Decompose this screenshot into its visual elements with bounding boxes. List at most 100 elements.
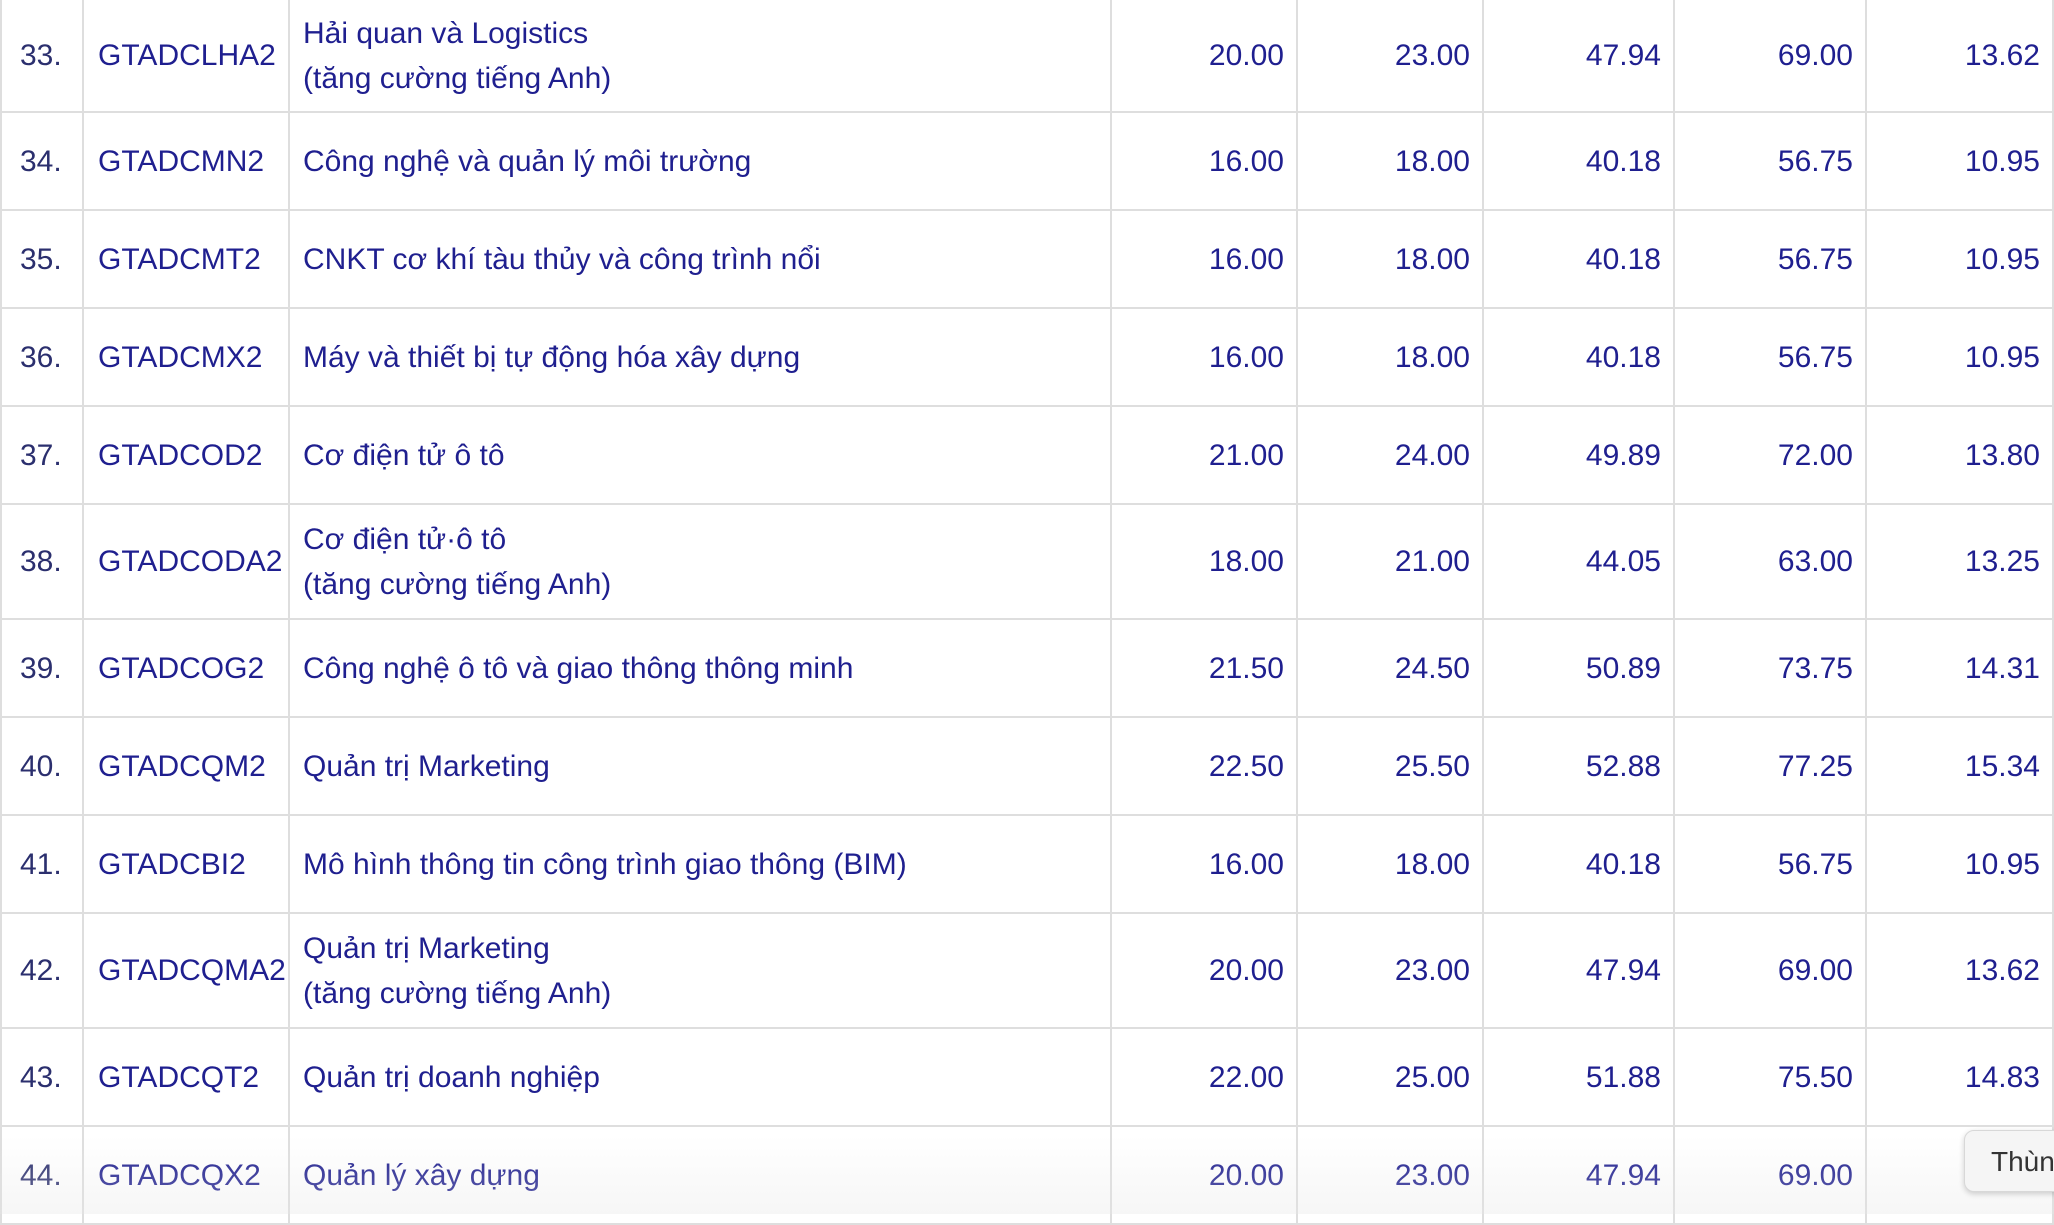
score-col-3: 47.94 [1482, 0, 1675, 113]
row-index: 34. [0, 111, 84, 211]
score-col-5: 13.80 [1865, 405, 2054, 505]
score-col-3: 51.88 [1482, 1027, 1675, 1127]
major-code: GTADCMN2 [82, 111, 290, 211]
score-col-3: 49.89 [1482, 405, 1675, 505]
score-col-4: 56.75 [1673, 209, 1867, 309]
score-col-1: 22.50 [1110, 716, 1298, 816]
major-name-line: Máy và thiết bị tự động hóa xây dựng [303, 340, 801, 374]
floating-button-label: Thùn [1991, 1146, 2054, 1177]
major-name-line: (tăng cường tiếng Anh) [303, 976, 612, 1010]
major-code: GTADCODA2 [82, 503, 290, 620]
score-col-3: 40.18 [1482, 111, 1675, 211]
score-col-2: 18.00 [1296, 814, 1484, 914]
major-name-line: Quản trị doanh nghiệp [303, 1060, 600, 1094]
score-col-1: 20.00 [1110, 912, 1298, 1029]
score-col-3: 50.89 [1482, 618, 1675, 718]
admission-score-table: 33. GTADCLHA2 Hải quan và Logistics (tăng c… [0, 0, 2054, 1225]
score-col-5: 10.95 [1865, 814, 2054, 914]
score-col-2: 25.00 [1296, 1027, 1484, 1127]
major-code: GTADCLHA2 [82, 0, 290, 113]
table-row: 36. GTADCMX2 Máy và thiết bị tự động hóa x… [0, 307, 2054, 407]
score-col-4: 56.75 [1673, 814, 1867, 914]
score-col-3: 40.18 [1482, 307, 1675, 407]
row-index: 38. [0, 503, 84, 620]
major-name-line: Quản trị Marketing [303, 931, 550, 965]
major-name-line: Mô hình thông tin công trình giao thông … [303, 847, 907, 881]
score-col-2: 21.00 [1296, 503, 1484, 620]
score-col-3: 47.94 [1482, 1125, 1675, 1225]
major-name-line: Quản trị Marketing [303, 749, 550, 783]
table-row: 42. GTADCQMA2 Quản trị Marketing (tăng cườn… [0, 912, 2054, 1029]
score-col-2: 18.00 [1296, 111, 1484, 211]
score-col-4: 63.00 [1673, 503, 1867, 620]
score-col-2: 23.00 [1296, 0, 1484, 113]
table-row: 34. GTADCMN2 Công nghệ và quản lý môi trườ… [0, 111, 2054, 211]
major-name: Công nghệ và quản lý môi trường [288, 111, 1112, 211]
score-col-5: 10.95 [1865, 209, 2054, 309]
major-name-line: Công nghệ ô tô và giao thông thông minh [303, 651, 854, 685]
score-col-1: 20.00 [1110, 0, 1298, 113]
score-col-2: 24.50 [1296, 618, 1484, 718]
score-col-4: 75.50 [1673, 1027, 1867, 1127]
row-index: 37. [0, 405, 84, 505]
major-name: Quản trị Marketing (tăng cường tiếng Anh) [288, 912, 1112, 1029]
major-name-line: Cơ điện tử ô tô [303, 438, 505, 472]
row-index: 33. [0, 0, 84, 113]
table-row: 43. GTADCQT2 Quản trị doanh nghiệp 22.00 25.… [0, 1027, 2054, 1127]
row-index: 44. [0, 1125, 84, 1225]
major-name: Mô hình thông tin công trình giao thông … [288, 814, 1112, 914]
major-name: Công nghệ ô tô và giao thông thông minh [288, 618, 1112, 718]
score-col-1: 22.00 [1110, 1027, 1298, 1127]
major-code: GTADCMX2 [82, 307, 290, 407]
score-col-5: 13.62 [1865, 0, 2054, 113]
score-col-4: 56.75 [1673, 111, 1867, 211]
score-col-1: 16.00 [1110, 307, 1298, 407]
score-col-1: 21.00 [1110, 405, 1298, 505]
table-body: 33. GTADCLHA2 Hải quan và Logistics (tăng c… [0, 0, 2054, 1225]
score-col-4: 69.00 [1673, 0, 1867, 113]
major-code: GTADCQT2 [82, 1027, 290, 1127]
row-index: 42. [0, 912, 84, 1029]
score-col-5: 10.95 [1865, 307, 2054, 407]
score-col-2: 23.00 [1296, 912, 1484, 1029]
score-col-5: 14.31 [1865, 618, 2054, 718]
score-col-2: 18.00 [1296, 209, 1484, 309]
table-row: 37. GTADCOD2 Cơ điện tử ô tô 21.00 24.00 49.8… [0, 405, 2054, 505]
score-col-4: 77.25 [1673, 716, 1867, 816]
major-name: Cơ điện tử ô tô [288, 405, 1112, 505]
score-col-4: 69.00 [1673, 1125, 1867, 1225]
row-index: 39. [0, 618, 84, 718]
score-col-3: 47.94 [1482, 912, 1675, 1029]
score-col-3: 40.18 [1482, 209, 1675, 309]
major-code: GTADCQX2 [82, 1125, 290, 1225]
score-col-5: 14.83 [1865, 1027, 2054, 1127]
major-name-line: (tăng cường tiếng Anh) [303, 567, 612, 601]
major-name-line: Cơ điện tử·ô tô [303, 522, 507, 556]
score-col-1: 20.00 [1110, 1125, 1298, 1225]
table-row: 35. GTADCMT2 CNKT cơ khí tàu thủy và công … [0, 209, 2054, 309]
major-name: Quản trị Marketing [288, 716, 1112, 816]
score-col-4: 72.00 [1673, 405, 1867, 505]
floating-button[interactable]: Thùn [1964, 1130, 2054, 1192]
score-col-3: 44.05 [1482, 503, 1675, 620]
major-name: Hải quan và Logistics (tăng cường tiếng A… [288, 0, 1112, 113]
score-col-1: 16.00 [1110, 209, 1298, 309]
table-row: 33. GTADCLHA2 Hải quan và Logistics (tăng c… [0, 0, 2054, 113]
table-row: 41. GTADCBI2 Mô hình thông tin công trình … [0, 814, 2054, 914]
table-row: 38. GTADCODA2 Cơ điện tử·ô tô (tăng cường t… [0, 503, 2054, 620]
score-col-3: 40.18 [1482, 814, 1675, 914]
major-code: GTADCBI2 [82, 814, 290, 914]
major-name-line: Quản lý xây dựng [303, 1158, 540, 1192]
score-col-4: 73.75 [1673, 618, 1867, 718]
score-col-1: 18.00 [1110, 503, 1298, 620]
major-code: GTADCQM2 [82, 716, 290, 816]
major-name-line: Hải quan và Logistics [303, 16, 589, 50]
major-name: Quản lý xây dựng [288, 1125, 1112, 1225]
score-col-4: 56.75 [1673, 307, 1867, 407]
score-col-1: 21.50 [1110, 618, 1298, 718]
score-col-2: 23.00 [1296, 1125, 1484, 1225]
score-col-1: 16.00 [1110, 814, 1298, 914]
score-col-2: 18.00 [1296, 307, 1484, 407]
row-index: 35. [0, 209, 84, 309]
row-index: 41. [0, 814, 84, 914]
